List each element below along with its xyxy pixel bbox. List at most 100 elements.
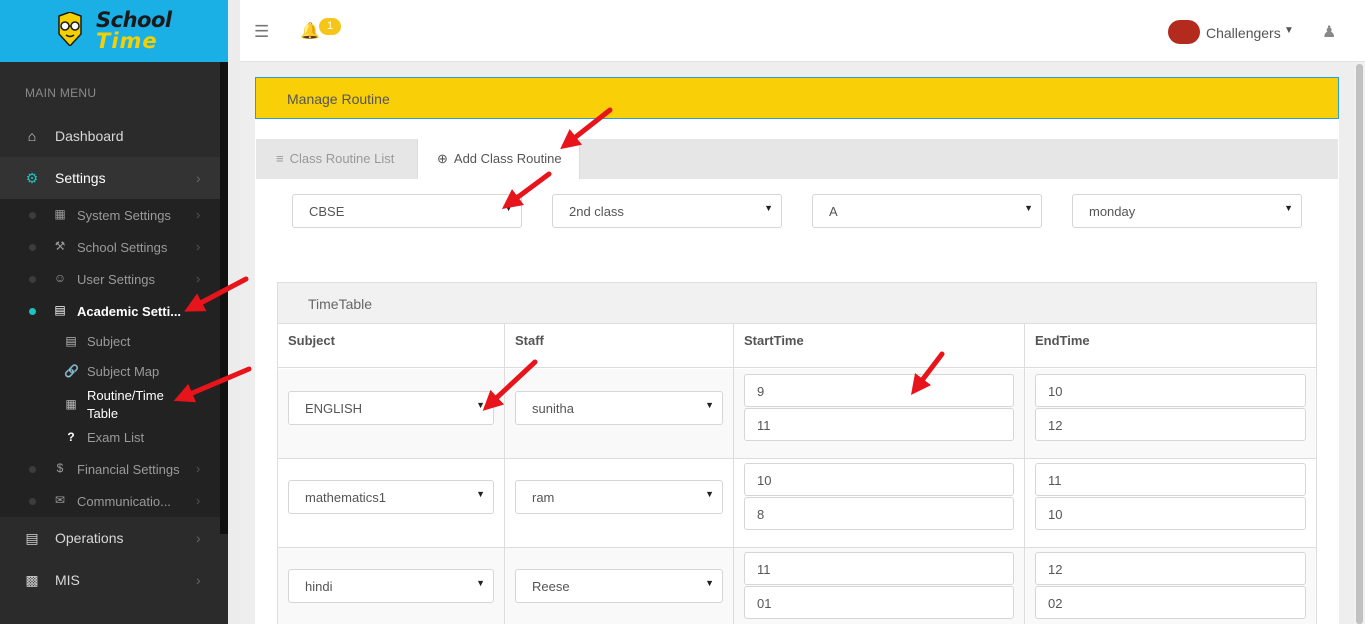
document-icon: ▤ — [25, 529, 39, 546]
sidebar-item-academic-settings[interactable]: ▤ Academic Setti... — [0, 296, 220, 326]
input-value: 02 — [1048, 596, 1063, 611]
staff-select[interactable]: ram ▼ — [515, 480, 723, 514]
plus-circle-icon: ⊕ — [437, 151, 448, 166]
caret-down-icon: ▼ — [1024, 203, 1033, 213]
caret-down-icon[interactable]: ▼ — [1284, 25, 1294, 36]
input-value: 01 — [757, 596, 772, 611]
subject-select[interactable]: mathematics1 ▼ — [288, 480, 494, 514]
sidebar-scrollbar[interactable] — [220, 62, 228, 534]
caret-down-icon: ▼ — [705, 578, 714, 588]
bell-icon[interactable]: 🔔 — [300, 21, 320, 41]
sidebar-item-routine-timetable[interactable]: ▦ Routine/Time Table — [0, 388, 220, 424]
select-value: hindi — [305, 579, 333, 594]
row-divider — [278, 547, 1316, 548]
end-time-input[interactable]: 10 — [1035, 374, 1306, 407]
tab-class-routine-list[interactable]: ≡ Class Routine List — [276, 139, 426, 179]
link-icon: 🔗 — [64, 364, 79, 378]
staff-select[interactable]: sunitha ▼ — [515, 391, 723, 425]
row-divider — [278, 458, 1316, 459]
input-value: 11 — [757, 562, 771, 577]
start-time-input[interactable]: 10 — [744, 463, 1014, 496]
sidebar-item-subject-map[interactable]: 🔗 Subject Map — [0, 364, 220, 384]
tab-bar: ≡ Class Routine List ⊕ Add Class Routine — [256, 139, 1338, 179]
caret-down-icon: ▼ — [705, 489, 714, 499]
sidebar-item-user-settings[interactable]: ☺ User Settings › — [0, 264, 220, 294]
subject-select[interactable]: ENGLISH ▼ — [288, 391, 494, 425]
sidebar-item-communication[interactable]: ✉ Communicatio... › — [0, 486, 220, 516]
start-time-input[interactable]: 11 — [744, 552, 1014, 585]
sidebar-item-mis[interactable]: ▩ MIS › — [0, 559, 220, 601]
sub-item-label: System Settings — [77, 208, 171, 223]
chevron-right-icon: › — [196, 170, 201, 186]
sidebar-item-label: MIS — [55, 572, 80, 588]
select-value: ENGLISH — [305, 401, 363, 416]
page-scrollbar-thumb[interactable] — [1356, 64, 1363, 624]
end-time-input[interactable]: 11 — [1035, 463, 1306, 496]
end-time-input[interactable]: 12 — [1035, 552, 1306, 585]
end-time-input[interactable]: 12 — [1035, 408, 1306, 441]
section-select[interactable]: A ▼ — [812, 194, 1042, 228]
sidebar-item-label: Settings — [55, 170, 106, 186]
start-time-input[interactable]: 01 — [744, 586, 1014, 619]
person-icon[interactable]: ♟ — [1322, 22, 1336, 42]
building-icon: ▦ — [54, 207, 66, 221]
envelope-icon: ✉ — [54, 493, 66, 507]
sidebar-item-settings[interactable]: ⚙ Settings › — [0, 157, 220, 199]
board-select[interactable]: CBSE ▼ — [292, 194, 522, 228]
subject-select[interactable]: hindi ▼ — [288, 569, 494, 603]
end-time-input[interactable]: 10 — [1035, 497, 1306, 530]
timetable-title: TimeTable — [308, 296, 373, 312]
sub-item-label: User Settings — [77, 272, 156, 287]
manage-routine-panel: Manage Routine ≡ Class Routine List ⊕ Add … — [255, 77, 1339, 624]
user-name[interactable]: Challengers — [1206, 25, 1281, 41]
chevron-right-icon: › — [196, 493, 201, 508]
avatar[interactable] — [1168, 20, 1200, 44]
sidebar-item-school-settings[interactable]: ⚒ School Settings › — [0, 232, 220, 262]
caret-down-icon: ▼ — [705, 400, 714, 410]
start-time-input[interactable]: 11 — [744, 408, 1014, 441]
start-time-input[interactable]: 9 — [744, 374, 1014, 407]
select-value: Reese — [532, 579, 570, 594]
sidebar-item-exam-list[interactable]: ? Exam List — [0, 430, 220, 450]
day-select[interactable]: monday ▼ — [1072, 194, 1302, 228]
timetable-header: TimeTable — [278, 283, 1316, 324]
bullet-dot — [29, 212, 36, 219]
table-icon: ▦ — [65, 397, 77, 411]
tab-add-class-routine[interactable]: ⊕ Add Class Routine — [417, 139, 580, 179]
input-value: 10 — [757, 473, 772, 488]
sub-item-label-line2: Table — [87, 406, 119, 421]
sidebar-item-dashboard[interactable]: ⌂ Dashboard — [0, 115, 220, 157]
sidebar-item-operations[interactable]: ▤ Operations › — [0, 517, 220, 559]
input-value: 12 — [1048, 562, 1063, 577]
sidebar-item-system-settings[interactable]: ▦ System Settings › — [0, 200, 220, 230]
brand-logo[interactable]: School Time — [0, 0, 228, 62]
home-icon: ⌂ — [27, 128, 37, 144]
end-time-input[interactable]: 02 — [1035, 586, 1306, 619]
book-icon: ▤ — [65, 334, 77, 348]
bar-chart-icon: ▩ — [25, 571, 39, 588]
input-value: 10 — [1048, 384, 1063, 399]
dollar-icon: $ — [56, 461, 64, 475]
sub-item-label: Academic Setti... — [77, 304, 182, 319]
owl-logo-icon — [58, 12, 82, 46]
panel-header: Manage Routine — [255, 77, 1339, 119]
start-time-input[interactable]: 8 — [744, 497, 1014, 530]
column-divider — [504, 324, 505, 624]
sidebar-item-financial-settings[interactable]: $ Financial Settings › — [0, 454, 220, 484]
sub-item-label: Financial Settings — [77, 462, 180, 477]
chevron-right-icon: › — [196, 461, 201, 476]
tab-label: Add Class Routine — [453, 151, 562, 166]
top-header: ☰ 🔔 1 Challengers ▼ ♟ — [240, 0, 1365, 62]
bullet-dot — [29, 244, 36, 251]
tab-label: Class Routine List — [289, 151, 395, 166]
menu-toggle-icon[interactable]: ☰ — [254, 22, 269, 42]
select-value: sunitha — [532, 401, 574, 416]
column-divider — [1024, 324, 1025, 624]
sidebar-item-subject[interactable]: ▤ Subject — [0, 334, 220, 354]
input-value: 12 — [1048, 418, 1063, 433]
row-divider — [278, 367, 1316, 368]
caret-down-icon: ▼ — [476, 489, 485, 499]
class-select[interactable]: 2nd class ▼ — [552, 194, 782, 228]
bullet-dot — [29, 466, 36, 473]
staff-select[interactable]: Reese ▼ — [515, 569, 723, 603]
